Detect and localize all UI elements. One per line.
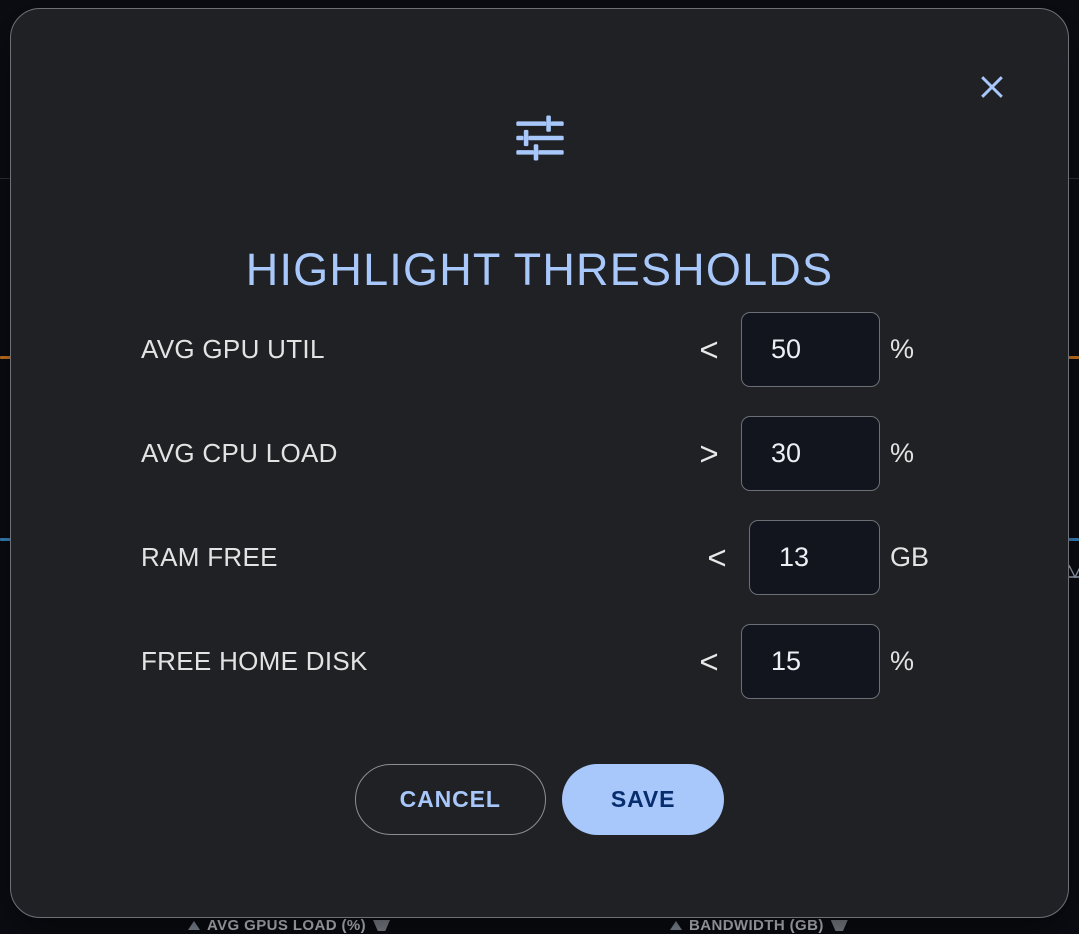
threshold-value-input-free-home-disk[interactable]	[741, 624, 880, 699]
threshold-list: AVG GPU UTIL < % AVG CPU LOAD > % RAM FR…	[141, 312, 950, 728]
cancel-button[interactable]: CANCEL	[354, 764, 546, 835]
filter-icon	[373, 920, 391, 931]
threshold-value-input-ram-free[interactable]	[749, 520, 880, 595]
threshold-operator: >	[699, 435, 719, 472]
threshold-row-avg-cpu-load: AVG CPU LOAD > %	[141, 416, 950, 491]
threshold-row-ram-free: RAM FREE < GB	[141, 520, 950, 595]
save-button[interactable]: SAVE	[561, 764, 725, 835]
threshold-unit: %	[890, 334, 915, 364]
threshold-operator: <	[707, 539, 727, 576]
backdrop-chart-label-2-text: BANDWIDTH (GB)	[689, 917, 824, 934]
backdrop-chart-label-2: BANDWIDTH (GB)	[670, 917, 848, 934]
page-title: HIGHLIGHT THRESHOLDS	[245, 244, 834, 296]
threshold-label: AVG CPU LOAD	[141, 438, 338, 468]
threshold-row-free-home-disk: FREE HOME DISK < %	[141, 624, 950, 699]
threshold-unit: %	[890, 646, 915, 676]
threshold-value-input-avg-cpu-load[interactable]	[741, 416, 880, 491]
threshold-operator: <	[699, 643, 719, 680]
tune-sliders-icon	[11, 109, 1068, 167]
threshold-value-input-avg-gpu-util[interactable]	[741, 312, 880, 387]
highlight-thresholds-dialog: HIGHLIGHT THRESHOLDS AVG GPU UTIL < % AV…	[10, 8, 1069, 918]
close-icon	[977, 72, 1007, 102]
threshold-label: RAM FREE	[141, 542, 278, 572]
dialog-actions: CANCEL SAVE	[11, 764, 1068, 835]
sort-caret-icon	[188, 921, 200, 930]
close-icon-button[interactable]	[970, 65, 1014, 109]
threshold-unit: GB	[890, 542, 930, 572]
threshold-label: AVG GPU UTIL	[141, 334, 325, 364]
sort-caret-icon	[670, 921, 682, 930]
threshold-label: FREE HOME DISK	[141, 646, 368, 676]
backdrop-chart-label-1: AVG GPUS LOAD (%)	[188, 917, 391, 934]
filter-icon	[830, 920, 848, 931]
threshold-unit: %	[890, 438, 915, 468]
threshold-row-avg-gpu-util: AVG GPU UTIL < %	[141, 312, 950, 387]
threshold-operator: <	[699, 331, 719, 368]
backdrop-chart-label-1-text: AVG GPUS LOAD (%)	[207, 917, 367, 934]
